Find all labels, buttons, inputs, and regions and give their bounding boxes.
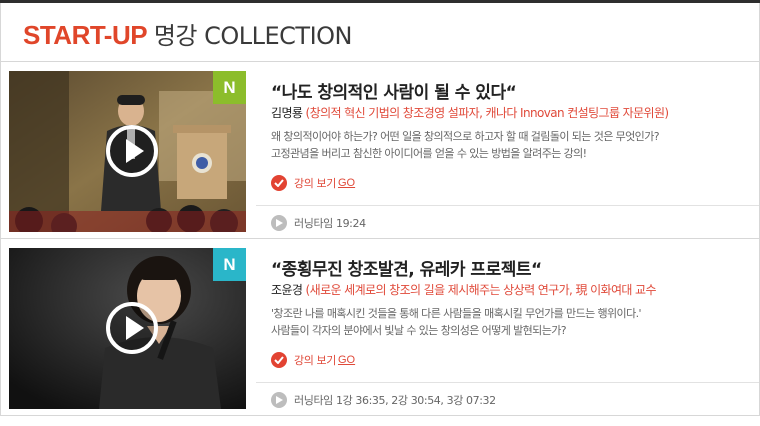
- new-badge: N: [213, 248, 246, 281]
- lecture-info: “종횡무진 창조발견, 유레카 프로젝트“ 조윤경 (새로운 세계로의 창조의 …: [256, 239, 759, 416]
- speaker-role: (새로운 세계로의 창조의 길을 제시해주는 상상력 연구가, 現 이화여대 교…: [305, 283, 657, 297]
- lecture-speaker: 조윤경 (새로운 세계로의 창조의 길을 제시해주는 상상력 연구가, 現 이화…: [271, 281, 657, 298]
- runtime-bar: 러닝타임 19:24: [256, 205, 759, 239]
- runtime-text: 러닝타임 1강 36:35, 2강 30:54, 3강 07:32: [294, 394, 496, 407]
- new-badge: N: [213, 71, 246, 104]
- lecture-thumbnail[interactable]: N: [9, 248, 246, 409]
- section-title-accent: START-UP: [23, 20, 148, 50]
- lecture-item: N “나도 창의적인 사람이 될 수 있다“ 김명룡 (창의적 혁신 기법의 창…: [1, 62, 759, 239]
- lecture-list: N “나도 창의적인 사람이 될 수 있다“ 김명룡 (창의적 혁신 기법의 창…: [0, 61, 760, 416]
- description-line: 사람들이 각자의 분야에서 빛날 수 있는 창의성은 어떻게 발현되는가?: [271, 324, 567, 337]
- lecture-description: '창조란 나를 매혹시킨 것들을 통해 다른 사람들을 매혹시킬 무언가를 만드…: [271, 305, 741, 339]
- watch-lecture-link[interactable]: 강의 보기 GO: [271, 351, 355, 369]
- watch-go[interactable]: GO: [338, 177, 355, 189]
- description-line: 고정관념을 버리고 참신한 아이디어를 얻을 수 있는 방법을 알려주는 강의!: [271, 147, 587, 160]
- lecture-item: N “종횡무진 창조발견, 유레카 프로젝트“ 조윤경 (새로운 세계로의 창조…: [1, 239, 759, 416]
- lecture-description: 왜 창의적이어야 하는가? 어떤 일을 창의적으로 하고자 할 때 걸림돌이 되…: [271, 128, 741, 162]
- play-small-icon: [271, 215, 287, 231]
- section-header: START-UP 명강 COLLECTION: [0, 3, 760, 61]
- lecture-title[interactable]: “나도 창의적인 사람이 될 수 있다“: [271, 78, 517, 103]
- description-line: '창조란 나를 매혹시킨 것들을 통해 다른 사람들을 매혹시킬 무언가를 만드…: [271, 307, 642, 320]
- check-icon: [271, 175, 287, 191]
- runtime-text: 러닝타임 19:24: [294, 217, 366, 230]
- play-icon[interactable]: [104, 123, 160, 179]
- lecture-title[interactable]: “종횡무진 창조발견, 유레카 프로젝트“: [271, 255, 542, 280]
- speaker-name: 조윤경: [271, 283, 303, 297]
- lecture-thumbnail[interactable]: N: [9, 71, 246, 232]
- play-small-icon: [271, 392, 287, 408]
- runtime-bar: 러닝타임 1강 36:35, 2강 30:54, 3강 07:32: [256, 382, 759, 416]
- lecture-info: “나도 창의적인 사람이 될 수 있다“ 김명룡 (창의적 혁신 기법의 창조경…: [256, 62, 759, 239]
- lecture-speaker: 김명룡 (창의적 혁신 기법의 창조경영 설파자, 캐나다 Innovan 컨설…: [271, 104, 670, 121]
- watch-label: 강의 보기: [294, 354, 336, 367]
- speaker-name: 김명룡: [271, 106, 303, 120]
- watch-label: 강의 보기: [294, 177, 336, 190]
- check-icon: [271, 352, 287, 368]
- play-icon[interactable]: [104, 300, 160, 356]
- watch-go[interactable]: GO: [338, 354, 355, 366]
- section-title-rest: 명강 COLLECTION: [153, 22, 353, 50]
- speaker-role: (창의적 혁신 기법의 창조경영 설파자, 캐나다 Innovan 컨설팅그룹 …: [305, 106, 670, 120]
- watch-lecture-link[interactable]: 강의 보기 GO: [271, 174, 355, 192]
- description-line: 왜 창의적이어야 하는가? 어떤 일을 창의적으로 하고자 할 때 걸림돌이 되…: [271, 130, 660, 143]
- section-title: START-UP 명강 COLLECTION: [23, 16, 353, 51]
